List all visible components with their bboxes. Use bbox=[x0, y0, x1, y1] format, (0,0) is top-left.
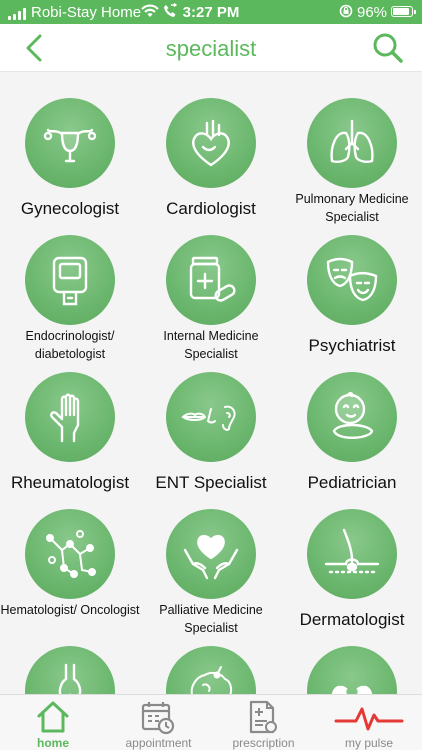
orientation-lock-icon bbox=[339, 4, 353, 18]
specialist-item[interactable] bbox=[282, 620, 422, 694]
kidney-icon bbox=[307, 646, 397, 694]
nav-header: specialist bbox=[0, 24, 422, 72]
baby-icon bbox=[307, 372, 397, 462]
tab-appointment[interactable]: appointment bbox=[106, 695, 211, 750]
ear-nose-throat-icon bbox=[166, 372, 256, 462]
uterus-icon bbox=[25, 98, 115, 188]
tab-label: prescription bbox=[232, 736, 295, 750]
lungs-icon bbox=[307, 98, 397, 188]
specialist-ent[interactable]: ENT Specialist bbox=[141, 346, 281, 492]
specialist-pediatrician[interactable]: Pediatrician bbox=[282, 346, 422, 492]
bone-icon bbox=[25, 646, 115, 694]
tab-my-pulse[interactable]: my pulse bbox=[316, 695, 422, 750]
tab-label: my pulse bbox=[344, 736, 394, 750]
hands-heart-icon bbox=[166, 509, 256, 599]
pulse-icon bbox=[334, 707, 404, 731]
specialist-palliative-medicine[interactable]: Palliative Medicine Specialist bbox=[141, 483, 281, 635]
heart-icon bbox=[166, 98, 256, 188]
specialist-gynecologist[interactable]: Gynecologist bbox=[0, 72, 140, 218]
calendar-clock-icon bbox=[141, 702, 175, 735]
tab-label: appointment bbox=[125, 736, 192, 750]
tab-label: home bbox=[36, 736, 69, 750]
tab-bar: home appointment prescription my pulse bbox=[0, 694, 422, 750]
specialist-pulmonary-medicine[interactable]: Pulmonary Medicine Specialist bbox=[282, 72, 422, 224]
specialist-item[interactable] bbox=[0, 620, 140, 694]
specialist-psychiatrist[interactable]: Psychiatrist bbox=[282, 209, 422, 355]
page-title: specialist bbox=[165, 36, 257, 61]
home-icon bbox=[37, 701, 69, 733]
search-icon[interactable] bbox=[370, 30, 406, 66]
prescription-icon bbox=[249, 700, 277, 734]
specialist-internal-medicine[interactable]: Internal Medicine Specialist bbox=[141, 209, 281, 361]
blood-cells-icon bbox=[25, 509, 115, 599]
specialist-rheumatologist[interactable]: Rheumatologist bbox=[0, 346, 140, 492]
tab-home[interactable]: home bbox=[0, 695, 106, 750]
specialist-endocrinologist[interactable]: Endocrinologist/ diabetologist bbox=[0, 209, 140, 361]
specialist-cardiologist[interactable]: Cardiologist bbox=[141, 72, 281, 218]
specialist-label: Hematologist/ Oncologist bbox=[0, 603, 140, 617]
status-bar: Robi-Stay Home 3:27 PM 96% bbox=[0, 0, 422, 24]
battery-icon bbox=[391, 6, 416, 17]
brain-icon bbox=[166, 646, 256, 694]
medicine-icon bbox=[166, 235, 256, 325]
tab-prescription[interactable]: prescription bbox=[211, 695, 316, 750]
specialist-dermatologist[interactable]: Dermatologist bbox=[282, 483, 422, 629]
theater-masks-icon bbox=[307, 235, 397, 325]
battery-percent: 96% bbox=[357, 4, 388, 21]
specialist-item[interactable] bbox=[141, 620, 281, 694]
glucose-meter-icon bbox=[25, 235, 115, 325]
skin-hair-icon bbox=[307, 509, 397, 599]
specialist-grid: Gynecologist Cardiologist Pulmonary Medi… bbox=[0, 72, 422, 694]
specialist-hematologist[interactable]: Hematologist/ Oncologist bbox=[0, 483, 140, 620]
hand-icon bbox=[25, 372, 115, 462]
